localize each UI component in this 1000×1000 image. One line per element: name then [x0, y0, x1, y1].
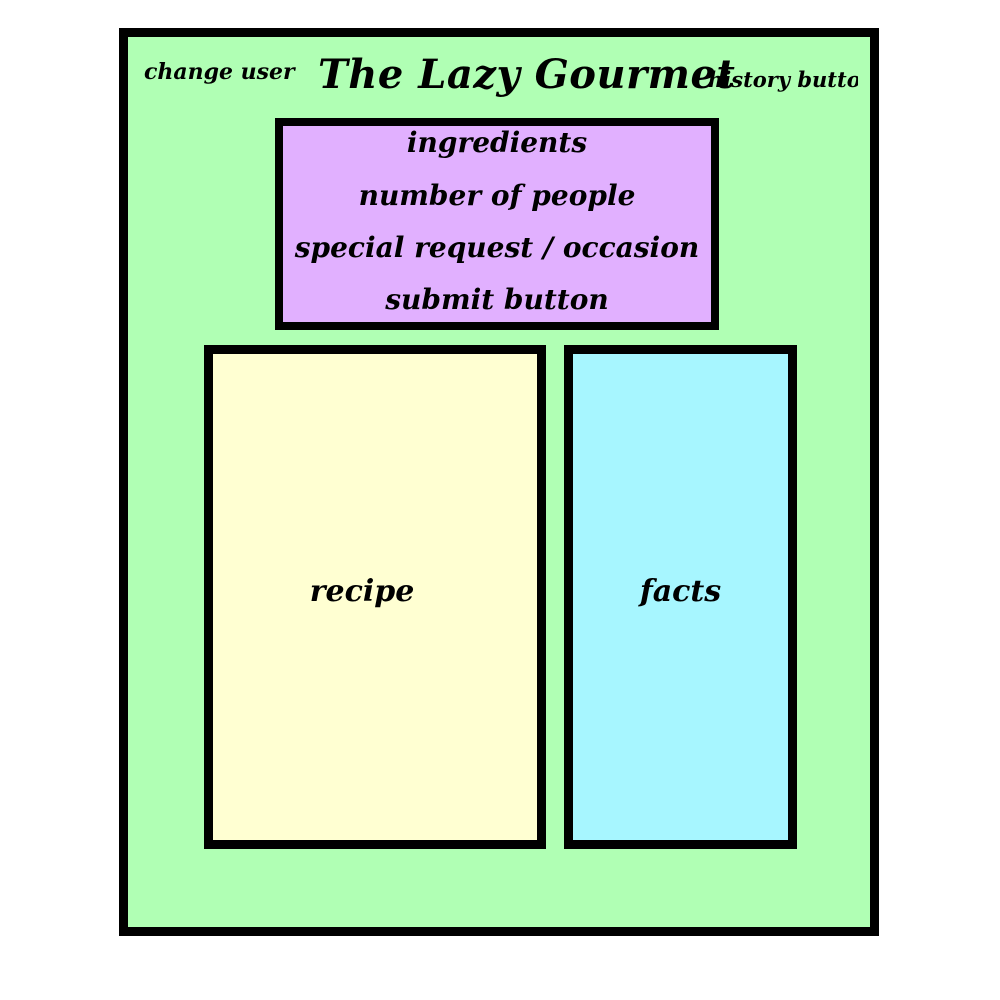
history-button[interactable]: history buttor	[708, 67, 858, 92]
recipe-label: recipe	[309, 574, 415, 609]
special-request-field[interactable]: special request / occasion	[283, 231, 711, 265]
number-of-people-field[interactable]: number of people	[283, 179, 711, 213]
app-frame: change user The Lazy Gourmet history but…	[119, 28, 879, 936]
facts-label: facts	[639, 574, 722, 609]
ingredients-field[interactable]: ingredients	[283, 126, 711, 160]
change-user-button[interactable]: change user	[144, 59, 295, 85]
app-title: The Lazy Gourmet	[318, 51, 736, 98]
facts-panel: facts	[564, 345, 797, 849]
request-form-panel: ingredients number of people special req…	[275, 118, 719, 330]
submit-button[interactable]: submit button	[283, 283, 711, 317]
recipe-panel: recipe	[204, 345, 546, 849]
